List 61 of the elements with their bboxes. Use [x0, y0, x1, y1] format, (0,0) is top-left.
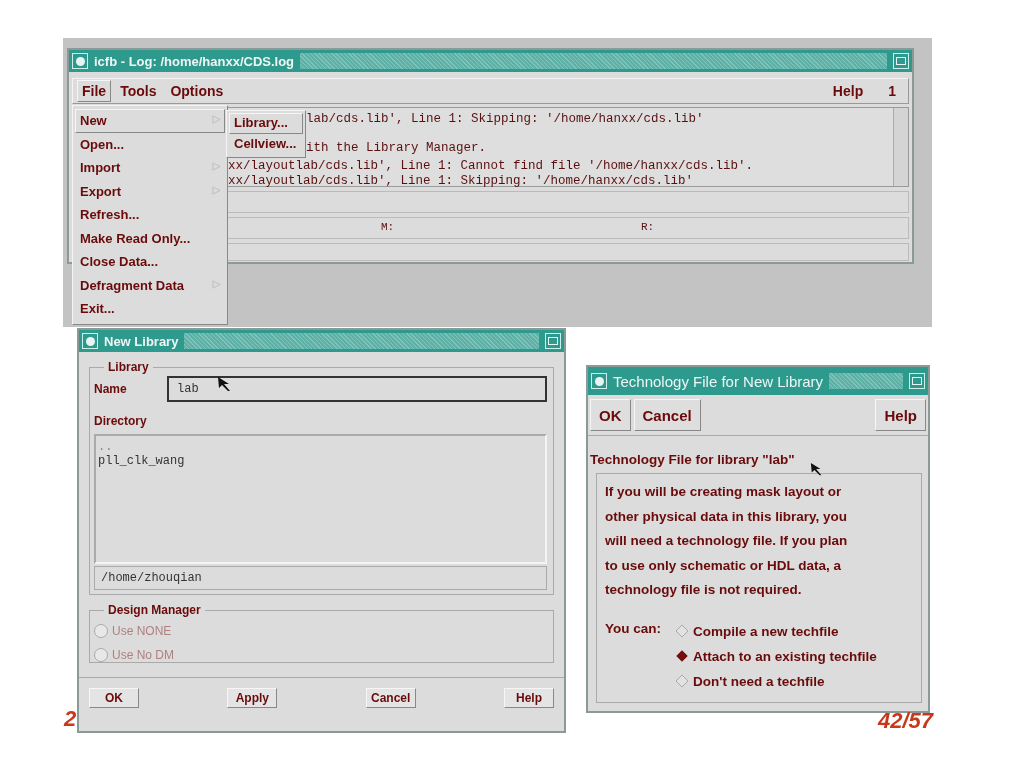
- radio-label: Don't need a techfile: [693, 673, 825, 689]
- window-menu-icon[interactable]: [82, 333, 98, 349]
- help-menu[interactable]: Help: [827, 80, 869, 102]
- window-title: Technology File for New Library: [613, 372, 824, 390]
- menu-item[interactable]: Make Read Only...: [75, 226, 225, 250]
- corner-label: 1: [887, 83, 897, 99]
- radio-label: Compile a new techfile: [693, 623, 839, 639]
- log-line: xx/layoutlab/cds.lib', Line 1: Cannot find file '/home/hanxx/cds.lib'.: [228, 159, 754, 173]
- window-menu-icon[interactable]: [591, 373, 607, 389]
- radio-button[interactable]: [675, 674, 689, 688]
- menu-item[interactable]: Defragment Data: [75, 273, 225, 297]
- log-line: ith the Library Manager.: [306, 141, 487, 155]
- dialog-button[interactable]: Cancel: [365, 688, 416, 708]
- path-field[interactable]: /home/zhouqian: [94, 566, 547, 590]
- help-button[interactable]: Help: [875, 399, 926, 431]
- radio-button[interactable]: [675, 649, 689, 663]
- field-label: Name: [94, 382, 128, 396]
- name-field[interactable]: lab: [167, 376, 547, 402]
- dialog-button[interactable]: Cancel: [633, 399, 701, 431]
- maximize-icon[interactable]: [545, 333, 561, 349]
- radio-label: Attach to an existing techfile: [693, 648, 877, 664]
- menu-item[interactable]: Open...: [75, 132, 225, 156]
- status-label: R:: [641, 221, 655, 233]
- maximize-icon[interactable]: [909, 373, 925, 389]
- menu-item[interactable]: Options: [165, 80, 229, 102]
- menu-item[interactable]: New: [75, 109, 225, 133]
- page-number: 42/57: [878, 708, 934, 734]
- info-text: If you will be creating mask layout or other physical data in this library, you will need a technology file. If you plan to use only schematic or HDL data, a technology file is not required.: [605, 483, 849, 599]
- radio-button[interactable]: [675, 624, 689, 638]
- scrollbar[interactable]: [893, 108, 908, 186]
- mouse-pointer-icon: [217, 376, 233, 392]
- status-label: M:: [381, 221, 395, 233]
- dialog-button[interactable]: OK: [590, 399, 631, 431]
- directory-item[interactable]: pll_clk_wang: [98, 454, 185, 468]
- menu-item[interactable]: Exit...: [75, 297, 225, 321]
- radio-label: Use NONE: [112, 624, 172, 638]
- menu-item[interactable]: Library...: [229, 113, 303, 134]
- field-label: Directory: [94, 414, 148, 428]
- dialog-button[interactable]: OK: [89, 688, 139, 708]
- log-line: xx/layoutlab/cds.lib', Line 1: Skipping: '/home/hanxx/cds.lib': [228, 174, 694, 188]
- window-title: New Library: [104, 333, 179, 349]
- window-title: icfb - Log: /home/hanxx/CDS.log: [94, 53, 295, 69]
- log-line: lab/cds.lib', Line 1: Skipping: '/home/hanxx/cds.lib': [306, 112, 704, 126]
- section-heading: Technology File for library "lab": [589, 451, 795, 469]
- menu-item[interactable]: Cellview...: [229, 134, 303, 155]
- maximize-icon[interactable]: [893, 53, 909, 69]
- mouse-pointer-icon: [810, 462, 824, 476]
- menu-item[interactable]: Export: [75, 179, 225, 203]
- menu-item[interactable]: Tools: [115, 80, 162, 102]
- radio-label: Use No DM: [112, 648, 174, 662]
- group-label: Design Manager: [107, 603, 202, 617]
- menu-item[interactable]: Import: [75, 156, 225, 180]
- dialog-button[interactable]: Help: [504, 688, 554, 708]
- options-label: You can:: [605, 619, 662, 638]
- menu-item[interactable]: Close Data...: [75, 250, 225, 274]
- page-footer-text: 2: [64, 706, 77, 732]
- menu-item[interactable]: File: [77, 80, 112, 102]
- group-label: Library: [107, 360, 150, 374]
- dialog-button[interactable]: Apply: [227, 688, 278, 708]
- window-menu-icon[interactable]: [72, 53, 88, 69]
- menu-item[interactable]: Refresh...: [75, 203, 225, 227]
